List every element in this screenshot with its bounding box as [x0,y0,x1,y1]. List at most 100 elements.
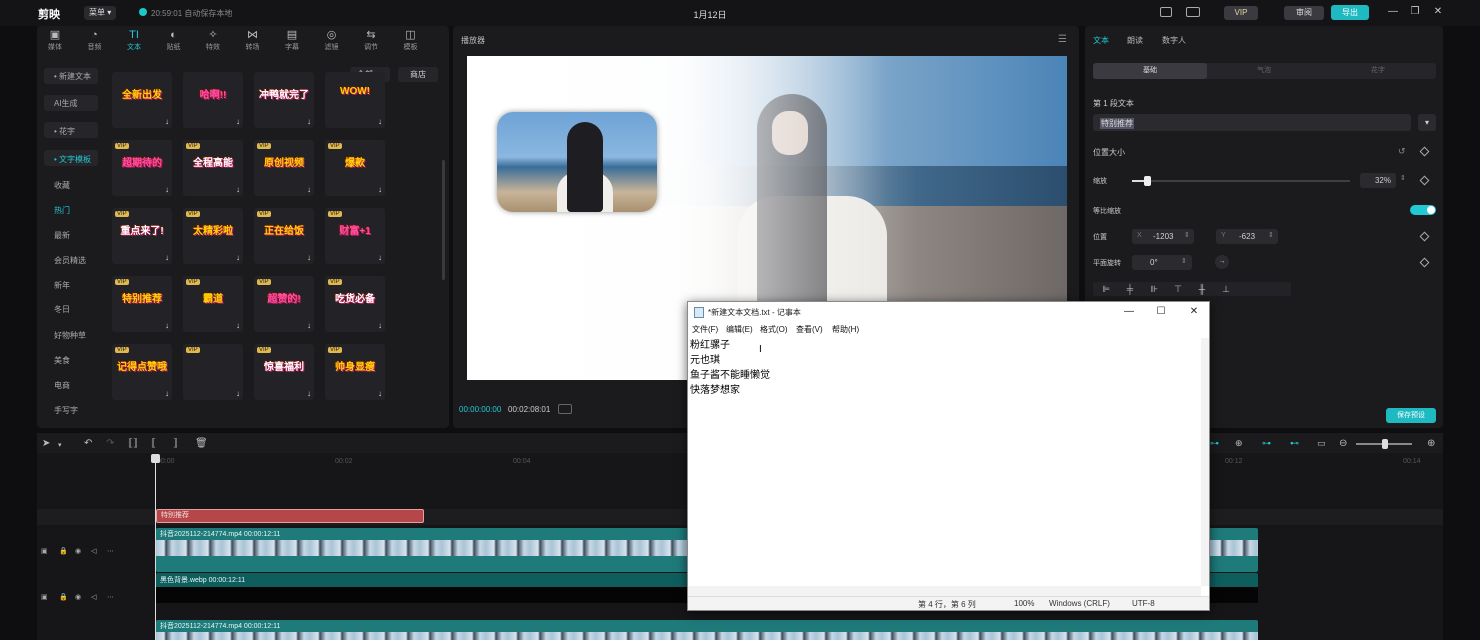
text-template-tile[interactable]: VIP 原创视频 ↓ [254,140,314,196]
category-item[interactable]: • 花字 [54,126,75,137]
player-menu-icon[interactable]: ☰ [1058,34,1067,45]
reset-icon[interactable]: ↺ [1398,146,1406,157]
pos-y-stepper-icon[interactable]: ⇕ [1268,231,1274,239]
tab-sticker[interactable]: ◐ 贴纸 [156,28,192,56]
text-template-tile[interactable]: VIP 全程高能 ↓ [183,140,243,196]
cover-icon[interactable]: ▣ [41,593,48,601]
mute-icon[interactable]: ◁ [91,593,96,601]
rotation-dial-icon[interactable]: → [1215,255,1229,269]
category-item[interactable]: 热门 [54,205,70,216]
panel-scrollbar[interactable] [442,160,445,280]
download-icon[interactable]: ↓ [307,117,311,126]
download-icon[interactable]: ↓ [236,253,240,262]
menu-file[interactable]: 文件(F) [692,324,718,335]
category-item[interactable]: 手写字 [54,405,78,416]
text-clip[interactable]: 特别推荐 [156,509,424,523]
mute-icon[interactable]: ◁ [91,547,96,555]
tab-digital-human[interactable]: 数字人 [1162,35,1186,46]
restore-icon[interactable]: ❐ [1409,6,1421,18]
segment-fancy[interactable]: 花字 [1371,63,1385,79]
menu-view[interactable]: 查看(V) [796,324,823,335]
select-dropdown-icon[interactable]: ▾ [58,441,62,449]
undo-icon[interactable]: ↶ [84,438,92,449]
minimize-icon[interactable]: — [1387,6,1399,18]
export-button[interactable]: 导出 [1331,5,1369,20]
align-right-icon[interactable]: ⊪ [1143,282,1165,296]
download-icon[interactable]: ↓ [378,253,382,262]
menu-button[interactable]: 菜单 ▾ [84,6,117,20]
text-template-tile[interactable]: VIP 正在给饭 ↓ [254,208,314,264]
download-icon[interactable]: ↓ [165,117,169,126]
align-top-icon[interactable]: ⊤ [1167,282,1189,296]
snap-icon[interactable]: ⊶ [1210,438,1219,449]
tab-adjust[interactable]: ⇆ 调节 [353,28,389,56]
tab-text[interactable]: 文本 [1093,35,1109,46]
text-template-tile[interactable]: VIP 特别推荐 ↓ [112,276,172,332]
rotation-stepper-icon[interactable]: ⇕ [1181,257,1187,265]
scale-slider[interactable] [1132,180,1350,182]
text-template-tile[interactable]: VIP 霸道 ↓ [183,276,243,332]
tab-read[interactable]: 朗读 [1127,35,1143,46]
playhead-handle[interactable] [151,454,160,463]
category-item[interactable]: 会员精选 [54,255,86,266]
zoom-in-icon[interactable]: ⊕ [1427,438,1435,449]
text-template-tile[interactable]: 哈啊!! ↓ [183,72,243,128]
menu-format[interactable]: 格式(O) [760,324,788,335]
notepad-text-area[interactable]: 粉红骡子 元也琪 鱼子酱不能睡懒觉 快落梦想家 [688,338,1202,586]
category-item[interactable]: • 文字模板 [54,154,91,165]
download-icon[interactable]: ↓ [165,321,169,330]
download-icon[interactable]: ↓ [307,185,311,194]
download-icon[interactable]: ↓ [236,117,240,126]
cover-icon[interactable]: ▣ [41,547,48,555]
text-template-tile[interactable]: VIP 记得点赞哦 ↓ [112,344,172,400]
category-item[interactable]: 美食 [54,355,70,366]
category-item[interactable]: 最新 [54,230,70,241]
zoom-slider-knob[interactable] [1382,439,1388,449]
align-left-icon[interactable]: ⊫ [1095,282,1117,296]
close-icon[interactable]: ✕ [1432,6,1444,18]
review-button[interactable]: 审阅 [1284,6,1324,20]
text-template-tile[interactable]: VIP 太精彩啦 ↓ [183,208,243,264]
link-icon[interactable]: ⊕ [1235,438,1243,449]
download-icon[interactable]: ↓ [307,389,311,398]
linkage-icon[interactable]: ⊷ [1290,438,1299,449]
text-template-tile[interactable]: 全新出发 ↓ [112,72,172,128]
tab-effects[interactable]: ✧ 特效 [195,28,231,56]
category-item[interactable]: 好物种草 [54,330,86,341]
tab-subtitle[interactable]: ▤ 字幕 [274,28,310,56]
minimize-icon[interactable]: — [1119,305,1139,319]
download-icon[interactable]: ↓ [307,321,311,330]
download-icon[interactable]: ↓ [378,389,382,398]
eye-icon[interactable]: ◉ [75,593,81,601]
scale-slider-knob[interactable] [1144,176,1151,186]
tab-text[interactable]: TI 文本 [116,28,152,56]
download-icon[interactable]: ↓ [378,117,382,126]
download-icon[interactable]: ↓ [165,185,169,194]
text-template-tile[interactable]: VIP 超赞的! ↓ [254,276,314,332]
horizontal-scrollbar[interactable] [688,586,1201,596]
lock-icon[interactable]: 🔒 [59,593,68,601]
tab-filter[interactable]: ◎ 滤镜 [314,28,350,56]
split-icon[interactable]: ⟦⟧ [128,438,138,449]
scale-stepper-icon[interactable]: ⇕ [1400,174,1406,182]
pos-x-stepper-icon[interactable]: ⇕ [1184,231,1190,239]
video-clip[interactable]: 抖音2025112-214774.mp4 00:00:12:11 [156,620,1258,640]
category-item[interactable]: 冬日 [54,304,70,315]
category-item[interactable]: AI生成 [54,98,78,109]
playhead[interactable] [155,455,156,640]
vertical-scrollbar[interactable] [1201,338,1209,586]
tab-audio[interactable]: ◔ 音频 [77,28,113,56]
text-template-tile[interactable]: WOW! ↓ [325,72,385,128]
project-title[interactable]: 1月12日 [680,8,740,21]
select-tool-icon[interactable]: ➤ [42,438,50,449]
text-template-tile[interactable]: VIP 重点来了! ↓ [112,208,172,264]
text-template-tile[interactable]: VIP 爆款 ↓ [325,140,385,196]
preview-axis-icon[interactable]: ⊶ [1262,438,1271,449]
text-template-tile[interactable]: VIP 惊喜福利 ↓ [254,344,314,400]
vip-button[interactable]: VIP [1224,6,1258,20]
split-left-icon[interactable]: ⟦ [151,438,156,449]
tab-media[interactable]: ▣ 媒体 [37,28,73,56]
download-icon[interactable]: ↓ [378,321,382,330]
download-icon[interactable]: ↓ [236,389,240,398]
text-input[interactable] [1093,114,1411,131]
